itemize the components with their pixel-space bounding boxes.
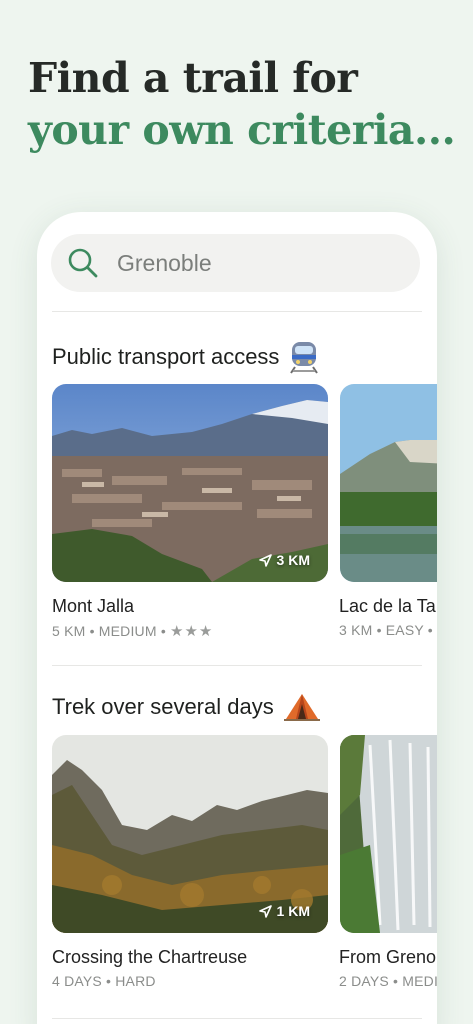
headline-line-1: Find a trail for [28, 54, 358, 102]
card-image-chartreuse[interactable]: 1 KM [52, 735, 328, 933]
section-title-text: Public transport access [52, 344, 280, 369]
search-icon [68, 248, 98, 278]
section-title-trek: Trek over several days [52, 692, 320, 722]
navigation-arrow-icon [258, 904, 272, 918]
search-input[interactable]: Grenoble [117, 250, 212, 277]
headline-line-2: your own criteria... [28, 106, 456, 154]
card-image-mont-jalla[interactable]: 3 KM [52, 384, 328, 582]
card-meta: 2 DAYS • MEDI [339, 973, 437, 989]
card-title[interactable]: From Greno [339, 947, 436, 968]
card-meta-text: 5 KM • MEDIUM • [52, 623, 166, 639]
divider [52, 1018, 422, 1019]
navigation-arrow-icon [258, 553, 272, 567]
difficulty-stars: ★★★ [170, 623, 214, 640]
card-meta: 5 KM • MEDIUM • ★★★ [52, 622, 213, 640]
train-icon [289, 340, 319, 374]
card-meta: 4 DAYS • HARD [52, 973, 156, 989]
distance-badge: 3 KM [258, 552, 310, 568]
divider [52, 665, 422, 666]
card-meta: 3 KM • EASY • [339, 622, 433, 638]
distance-badge: 1 KM [258, 903, 310, 919]
card-title[interactable]: Crossing the Chartreuse [52, 947, 247, 968]
phone-frame: Grenoble Public transport access 3 KM Mo… [37, 212, 437, 1024]
card-image-lac[interactable] [340, 384, 437, 582]
card-image-grenoble-trek[interactable] [340, 735, 437, 933]
divider [52, 311, 422, 312]
distance-value: 3 KM [276, 552, 310, 568]
card-title[interactable]: Lac de la Ta [339, 596, 436, 617]
card-title[interactable]: Mont Jalla [52, 596, 134, 617]
headline: Find a trail for your own criteria... [28, 52, 458, 156]
section-title-public-transport: Public transport access [52, 340, 319, 374]
tent-icon [283, 692, 320, 722]
distance-value: 1 KM [276, 903, 310, 919]
search-bar[interactable]: Grenoble [51, 234, 420, 292]
section-title-text: Trek over several days [52, 694, 274, 719]
